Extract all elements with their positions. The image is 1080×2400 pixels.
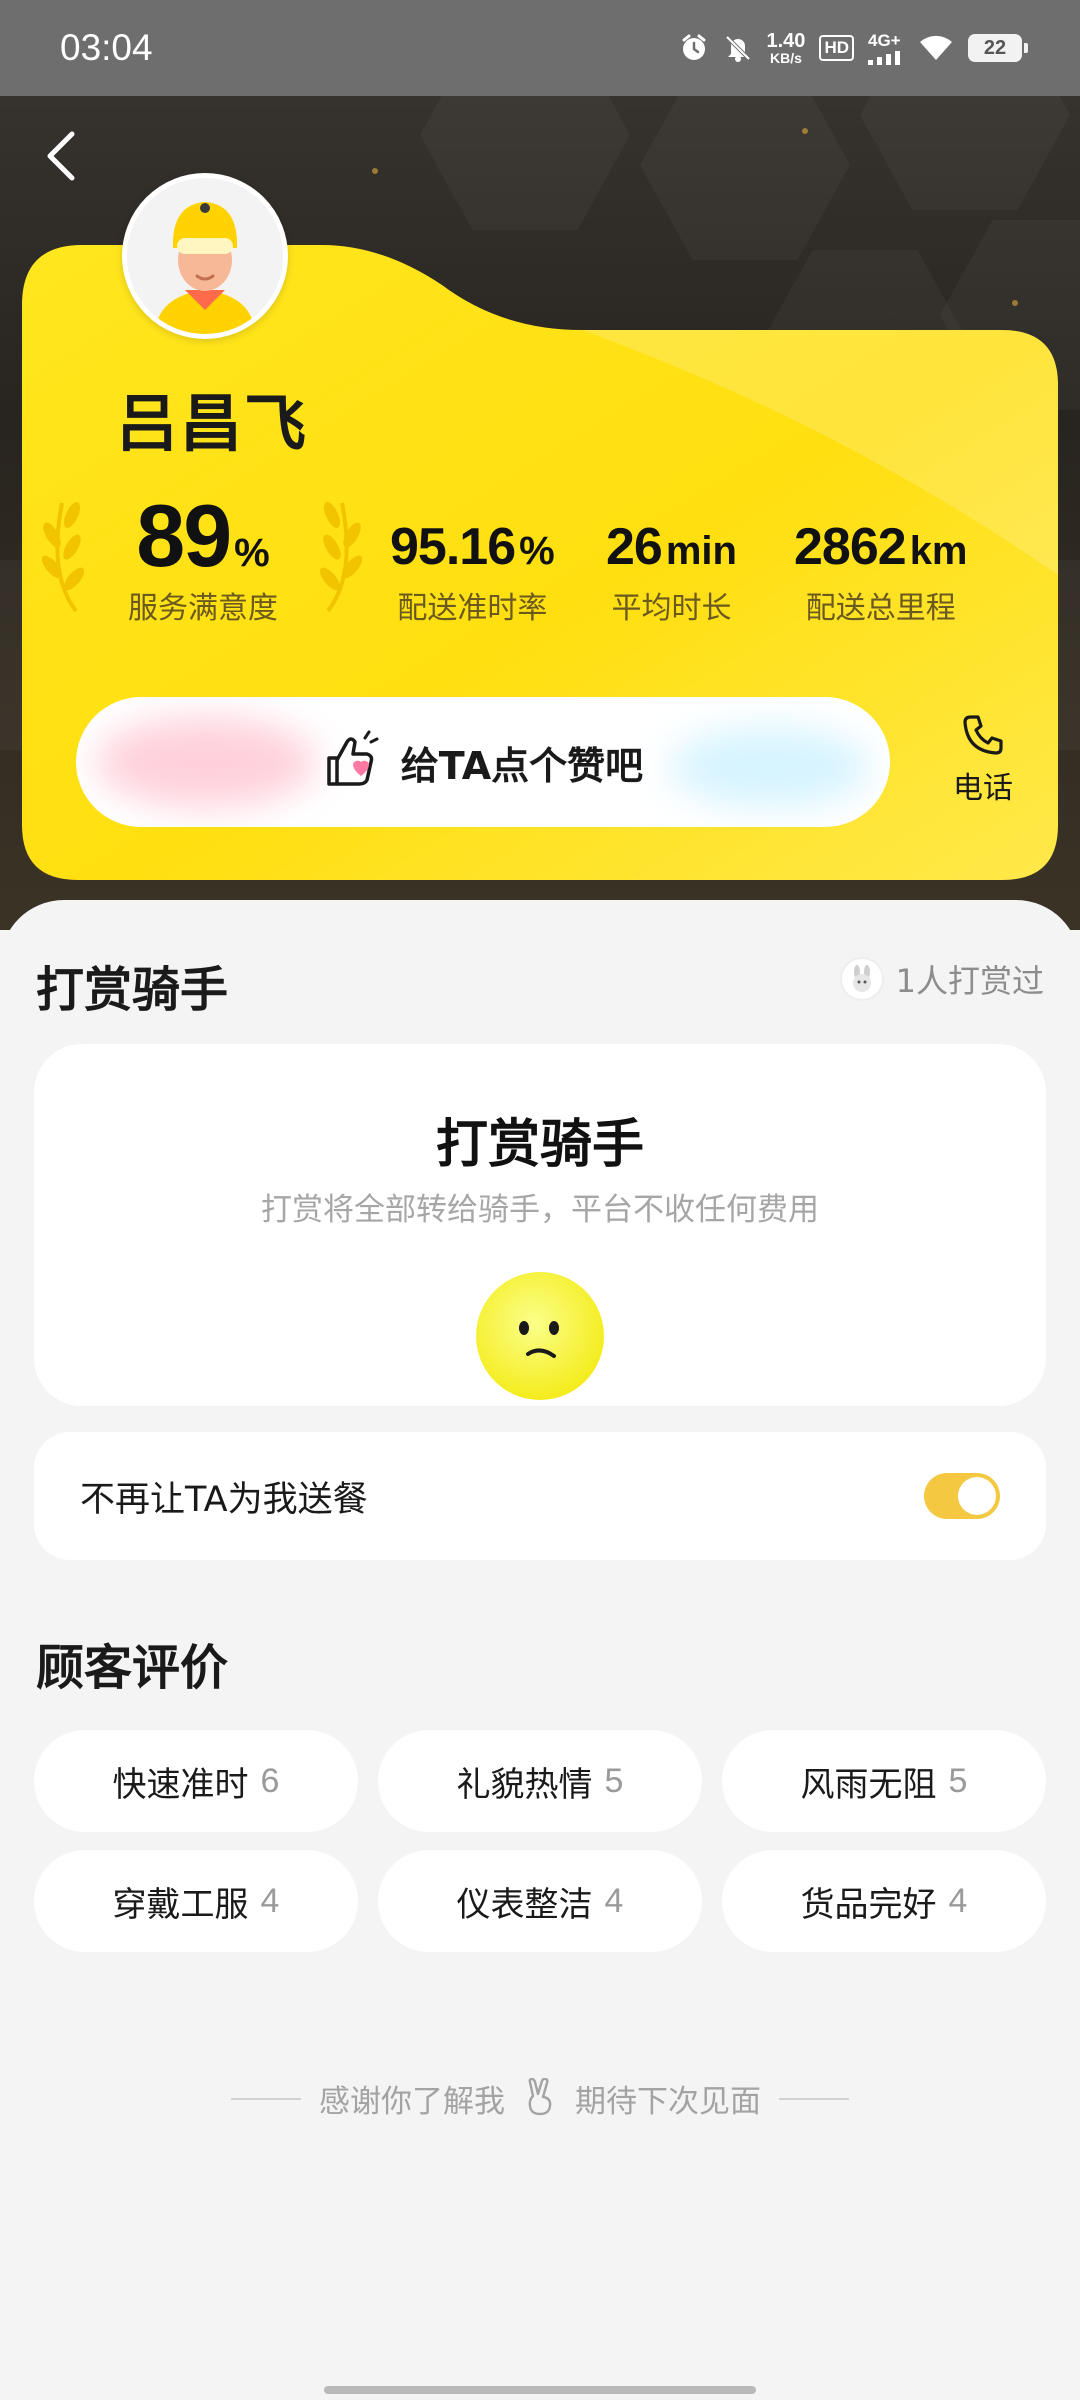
reviews-section-title: 顾客评价 [36,1640,229,1696]
stat-avg-duration: 26 min 平均时长 [606,517,737,627]
stat-unit: km [909,529,968,573]
tip-section-title: 打赏骑手 [36,962,229,1018]
tip-card[interactable]: 打赏骑手 打赏将全部转给骑手，平台不收任何费用 [34,1044,1046,1406]
chevron-left-icon [47,131,75,181]
status-icons: 1.40 KB/s HD 4G+ 22 [679,30,1028,66]
review-tag[interactable]: 快速准时 6 [34,1730,358,1832]
call-rider-button[interactable]: 电话 [938,713,1028,807]
stat-total-distance: 2862 km 配送总里程 [794,517,968,627]
stat-label: 配送准时率 [397,591,548,626]
review-tag[interactable]: 货品完好 4 [722,1850,1046,1952]
confused-face-icon [476,1272,604,1400]
toggle-knob [958,1477,996,1515]
like-rider-button[interactable]: 给TA点个赞吧 [76,697,890,827]
stat-satisfaction: 89 % 服务满意度 [128,485,278,627]
laurel-left-icon [42,502,85,613]
review-tag-label: 礼貌热情 [456,1764,593,1805]
like-button-label: 给TA点个赞吧 [400,743,644,788]
stat-value: 89 [136,486,232,585]
battery-icon: 22 [968,34,1028,62]
stat-value: 95.16 [390,518,516,576]
stat-unit: % [519,529,555,573]
review-tag[interactable]: 穿戴工服 4 [34,1850,358,1952]
footer-divider-right [779,2097,849,2100]
tip-card-title: 打赏骑手 [435,1115,644,1175]
rider-profile-screen: 03:04 1.40 KB/s HD 4G+ 22 吕昌飞 89 % 服务满意度… [0,0,1080,2400]
tipper-avatar-icon [839,957,884,1001]
footer-divider-left [231,2097,301,2100]
block-rider-label: 不再让TA为我送餐 [80,1479,368,1520]
thumbs-up-heart-icon [323,730,383,794]
block-rider-toggle[interactable] [924,1473,1000,1519]
network-speed: 1.40 KB/s [766,30,806,66]
footer-text-left: 感谢你了解我 [319,2084,505,2120]
review-tag[interactable]: 礼貌热情 5 [378,1730,702,1832]
review-tag[interactable]: 仪表整洁 4 [378,1850,702,1952]
stat-value: 26 [606,518,663,576]
tippers-summary[interactable]: 1人打赏过 [839,956,1044,1002]
stat-unit: min [665,529,737,573]
back-button[interactable] [38,128,86,184]
review-tag-label: 仪表整洁 [456,1884,593,1925]
signal-icon: 4G+ [868,31,904,65]
phone-icon [963,715,1003,755]
status-bar: 03:04 1.40 KB/s HD 4G+ 22 [0,0,1080,96]
laurel-right-icon [319,502,362,613]
review-tag-count: 5 [604,1761,624,1800]
home-indicator[interactable] [324,2386,756,2394]
block-rider-row: 不再让TA为我送餐 [34,1432,1046,1560]
stat-label: 平均时长 [611,591,732,626]
footer-note: 感谢你了解我 期待下次见面 [0,2076,1080,2121]
stat-ontime-rate: 95.16 % 配送准时率 [390,517,555,627]
rider-avatar [122,173,288,339]
review-tag-count: 5 [948,1761,968,1800]
rider-stats: 89 % 服务满意度 95.16 % 配送准时率 26 min 平均时长 286… [22,485,1058,635]
wifi-icon [918,34,954,62]
peace-hand-icon [523,2077,557,2120]
review-tag-label: 快速准时 [112,1764,249,1805]
tippers-count: 1人打赏过 [895,962,1044,1000]
tip-card-subtitle: 打赏将全部转给骑手，平台不收任何费用 [261,1192,819,1228]
review-tag-label: 风雨无阻 [800,1764,937,1805]
status-time: 03:04 [60,27,153,68]
content-sheet: 打赏骑手 1人打赏过 打赏骑手 打赏将全部转给骑手，平台不收任何费用 不再让TA… [0,900,1080,2400]
rider-card: 吕昌飞 89 % 服务满意度 95.16 % 配送准时率 26 min 平均时长… [22,173,1058,880]
stat-unit: % [234,531,270,575]
stat-label: 服务满意度 [128,591,278,626]
call-label: 电话 [953,771,1013,806]
mute-icon [723,33,753,63]
footer-text-right: 期待下次见面 [575,2084,761,2120]
alarm-icon [679,33,709,63]
review-tag-count: 6 [260,1761,280,1800]
review-tag-label: 穿戴工服 [112,1884,249,1925]
review-tag-count: 4 [260,1881,280,1920]
hd-badge: HD [819,35,854,61]
review-tag-count: 4 [604,1881,624,1920]
review-tag-count: 4 [948,1881,968,1920]
stat-label: 配送总里程 [805,591,956,626]
review-tag-label: 货品完好 [800,1884,937,1925]
review-tag[interactable]: 风雨无阻 5 [722,1730,1046,1832]
rider-name: 吕昌飞 [116,387,309,460]
stat-value: 2862 [794,518,907,576]
